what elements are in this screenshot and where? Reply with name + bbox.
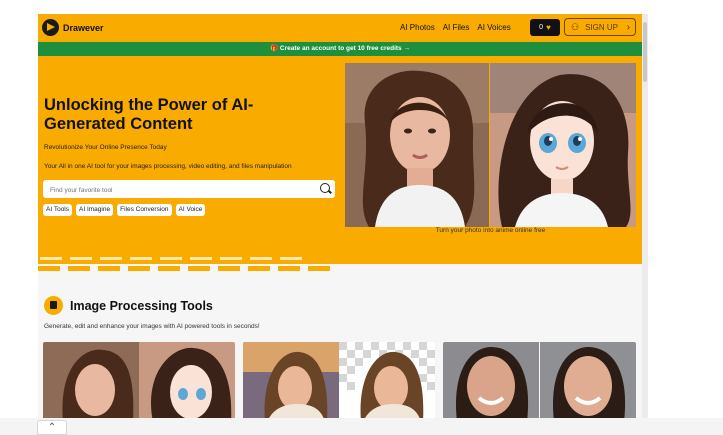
image-tool-icon	[44, 296, 63, 315]
slide-photo-original	[345, 63, 489, 227]
bottom-bar	[0, 418, 723, 435]
chevron-up-icon[interactable]: ⌃	[37, 420, 67, 435]
play-circle-icon	[42, 19, 59, 36]
user-icon: ⚇	[571, 21, 580, 32]
signup-button[interactable]: ⚇ SIGN UP ›	[564, 18, 636, 36]
site-header: Drawever AI Photos AI Files AI Voices 0 …	[38, 14, 642, 42]
tool-card-background-remover[interactable]	[243, 342, 435, 418]
brand-name: Drawever	[63, 22, 104, 33]
search-icon[interactable]	[320, 183, 330, 193]
decorative-divider	[38, 255, 642, 271]
promo-banner[interactable]: 🎁 Create an account to get 10 free credi…	[38, 42, 642, 56]
chip-ai-tools[interactable]: AI Tools	[43, 204, 73, 216]
main-nav: AI Photos AI Files AI Voices	[400, 23, 511, 32]
category-chips: AI Tools AI Imagine Files Conversion AI …	[43, 204, 206, 216]
slide-photo-anime	[490, 63, 636, 227]
browser-viewport: Drawever AI Photos AI Files AI Voices 0 …	[38, 14, 643, 418]
section-title: Image Processing Tools	[70, 299, 213, 313]
hero-subtitle: Revolutionize Your Online Presence Today	[44, 144, 167, 151]
scrollbar-thumb[interactable]	[643, 22, 647, 82]
chip-files-conversion[interactable]: Files Conversion	[117, 204, 172, 216]
nav-ai-photos[interactable]: AI Photos	[400, 23, 435, 32]
coin-icon: ♥	[546, 23, 551, 32]
section-description: Generate, edit and enhance your images w…	[44, 323, 260, 330]
page-scrollbar[interactable]	[642, 14, 648, 418]
chip-ai-voice[interactable]: AI Voice	[175, 204, 206, 216]
hero-section: Unlocking the Power of AI-Generated Cont…	[38, 56, 642, 264]
credits-badge[interactable]: 0 ♥	[530, 19, 560, 36]
tool-search	[43, 180, 335, 198]
hero-title: Unlocking the Power of AI-Generated Cont…	[44, 96, 254, 133]
chip-ai-imagine[interactable]: AI Imagine	[76, 204, 114, 216]
slide-caption: Turn your photo into anime online free	[435, 227, 546, 234]
tool-card-enhancer[interactable]	[443, 342, 636, 418]
search-input[interactable]	[48, 183, 312, 197]
nav-ai-files[interactable]: AI Files	[443, 23, 470, 32]
brand-logo[interactable]: Drawever	[42, 19, 104, 36]
credits-count: 0	[539, 24, 544, 31]
nav-ai-voices[interactable]: AI Voices	[477, 23, 510, 32]
chevron-right-icon: ›	[626, 21, 630, 33]
signup-label: SIGN UP	[585, 22, 618, 32]
hero-description: Your All in one AI tool for your images …	[44, 163, 292, 170]
tool-card-anime[interactable]	[43, 342, 235, 418]
